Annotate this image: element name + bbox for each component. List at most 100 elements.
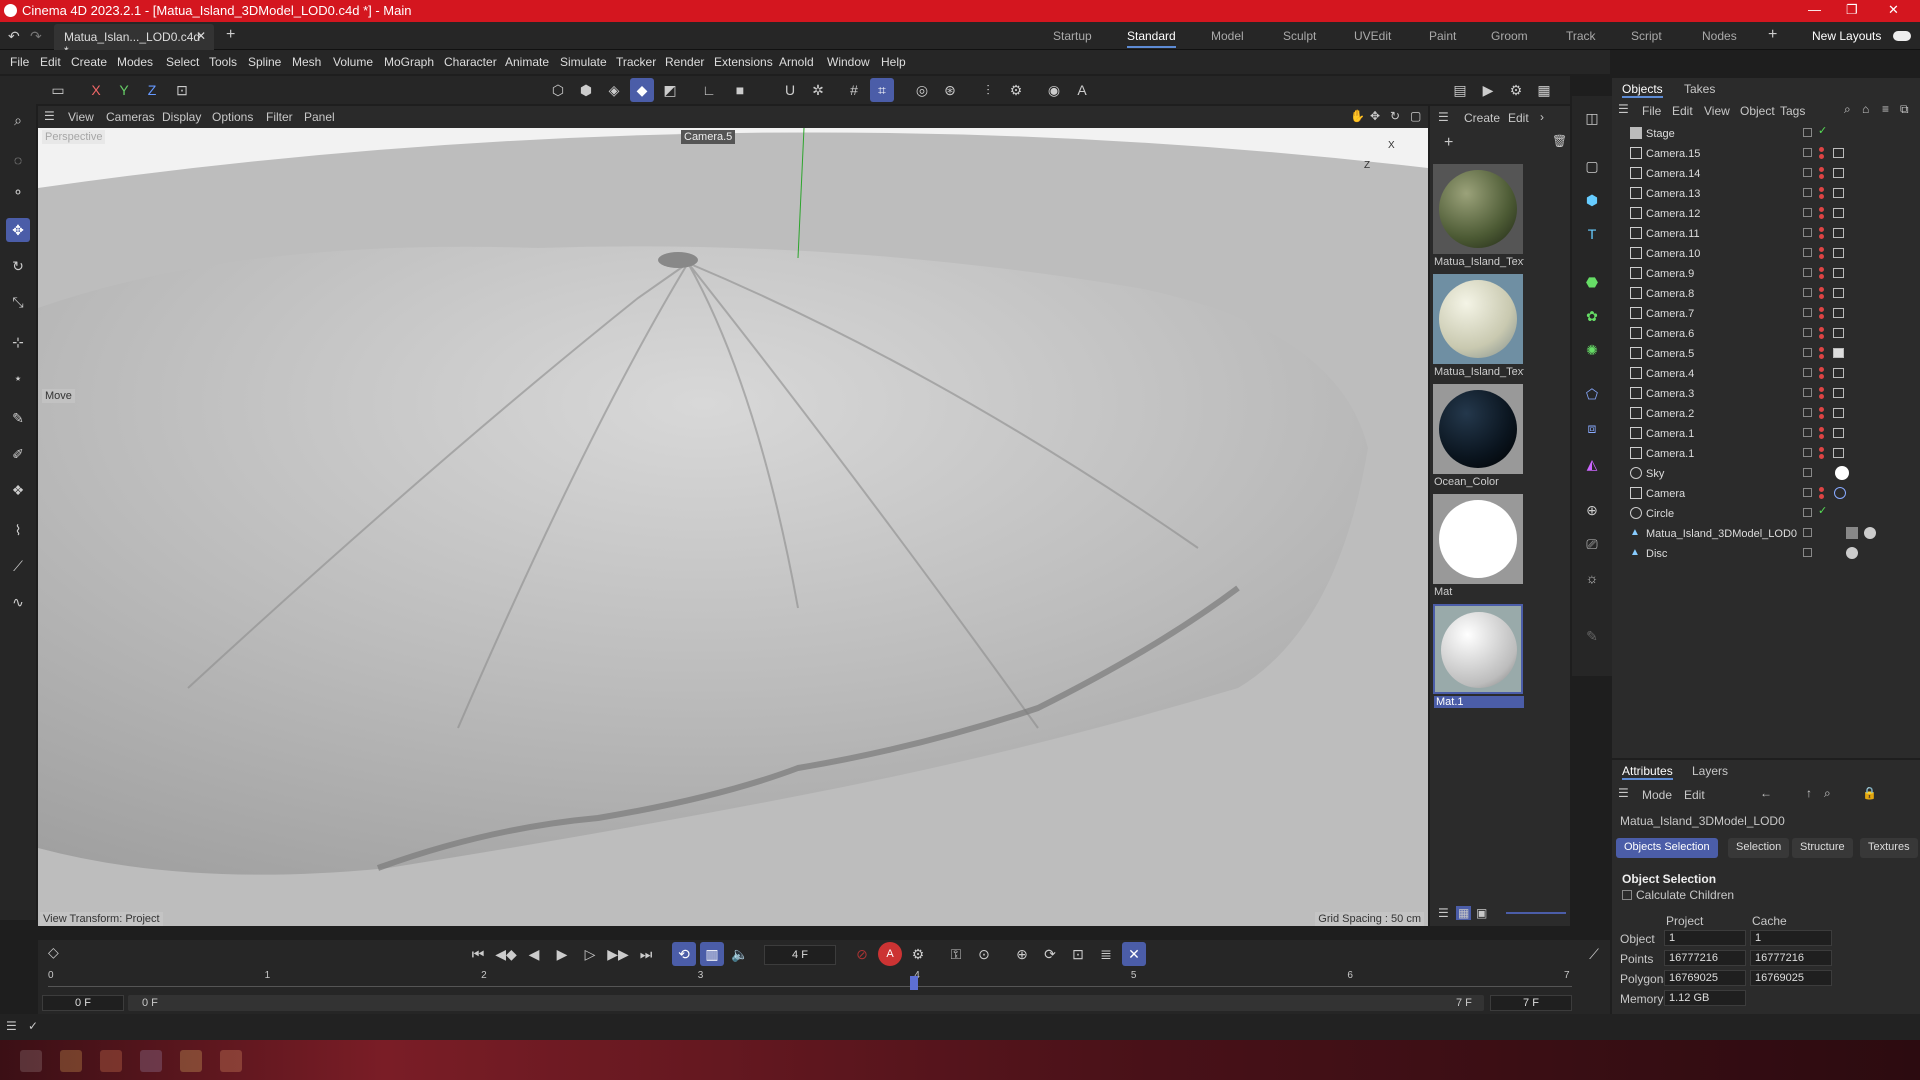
attributes-menu-mode[interactable]: Mode xyxy=(1642,788,1672,802)
z-axis-lock-button[interactable]: Z xyxy=(140,78,164,102)
structure-button[interactable]: Structure xyxy=(1792,838,1853,858)
close-button[interactable]: ✕ xyxy=(1888,2,1899,18)
spline-pen-icon[interactable]: ✎ xyxy=(6,406,30,430)
object-row-camera-12[interactable]: Camera.12 xyxy=(1612,204,1920,224)
loop-button[interactable]: ⟲ xyxy=(672,942,696,966)
key-param-button[interactable]: ⊡ xyxy=(1066,942,1090,966)
layout-tab-uvedit[interactable]: UVEdit xyxy=(1354,29,1391,43)
render-view-icon[interactable]: ▤ xyxy=(1448,78,1472,102)
environment-icon[interactable]: ⊕ xyxy=(1580,498,1604,522)
camera-tag-icon[interactable] xyxy=(1833,448,1844,458)
cloner-icon[interactable]: ✿ xyxy=(1580,304,1604,328)
visibility-check[interactable] xyxy=(1803,528,1812,537)
rotate-tool-icon[interactable]: ↻ xyxy=(6,254,30,278)
document-tab[interactable]: Matua_Islan..._LOD0.c4d * ✕ xyxy=(54,24,214,58)
menu-mograph[interactable]: MoGraph xyxy=(384,55,434,69)
object-row-camera-8[interactable]: Camera.8 xyxy=(1612,284,1920,304)
sound-button[interactable]: 🔈 xyxy=(728,942,752,966)
layout-tab-nodes[interactable]: Nodes xyxy=(1702,29,1737,43)
menu-spline[interactable]: Spline xyxy=(248,55,281,69)
tab-layers[interactable]: Layers xyxy=(1692,764,1728,778)
cube-icon[interactable]: ◫ xyxy=(1580,106,1604,130)
render-visibility-dot[interactable] xyxy=(1819,274,1824,279)
editor-visibility-dot[interactable] xyxy=(1819,267,1824,272)
editor-visibility-dot[interactable] xyxy=(1819,407,1824,412)
live-select-icon[interactable]: ⚬ xyxy=(6,180,30,204)
tag-pen-icon[interactable]: ✎ xyxy=(1580,624,1604,648)
render-visibility-dot[interactable] xyxy=(1819,294,1824,299)
uv-mode-icon[interactable]: ◩ xyxy=(658,78,682,102)
taskbar-app-icon[interactable] xyxy=(140,1050,162,1072)
visibility-check[interactable] xyxy=(1803,328,1812,337)
next-key-button[interactable]: ▶▶ xyxy=(606,942,630,966)
visibility-check[interactable] xyxy=(1803,128,1812,137)
next-frame-button[interactable]: ▷ xyxy=(578,942,602,966)
volume-icon[interactable]: ◭ xyxy=(1580,452,1604,476)
light-icon[interactable]: ☼ xyxy=(1580,566,1604,590)
visibility-check[interactable] xyxy=(1803,208,1812,217)
key-position-button[interactable]: ⊕ xyxy=(1010,942,1034,966)
editor-visibility-dot[interactable] xyxy=(1819,327,1824,332)
camera-tag-icon[interactable] xyxy=(1833,388,1844,398)
target-tag-icon[interactable] xyxy=(1834,487,1846,499)
visibility-check[interactable] xyxy=(1803,168,1812,177)
menu-animate[interactable]: Animate xyxy=(505,55,549,69)
fps-button[interactable]: ▥ xyxy=(700,942,724,966)
camera-tag-icon[interactable] xyxy=(1833,288,1844,298)
taskbar-app-icon[interactable] xyxy=(20,1050,42,1072)
camera-tag-icon[interactable] xyxy=(1833,328,1844,338)
prev-frame-button[interactable]: ◀ xyxy=(522,942,546,966)
camera-icon[interactable]: ⎚ xyxy=(1580,532,1604,556)
menu-file[interactable]: File xyxy=(10,55,29,69)
redo-icon[interactable]: ↷ xyxy=(30,28,42,45)
tab-objects[interactable]: Objects xyxy=(1622,82,1663,98)
object-row-camera-15[interactable]: Camera.15 xyxy=(1612,144,1920,164)
objects-menu-tags[interactable]: Tags xyxy=(1780,104,1805,118)
menu-modes[interactable]: Modes xyxy=(117,55,153,69)
objects-selection-button[interactable]: Objects Selection xyxy=(1616,838,1718,858)
tab-takes[interactable]: Takes xyxy=(1684,82,1715,96)
placement-tool-icon[interactable]: ⋆ xyxy=(6,366,30,390)
objects-home-icon[interactable]: ⌂ xyxy=(1862,102,1869,116)
lock-icon[interactable]: 🔒 xyxy=(1862,786,1877,800)
add-tab-button[interactable]: + xyxy=(226,26,235,44)
visibility-check[interactable] xyxy=(1803,228,1812,237)
go-to-end-button[interactable]: ⏭ xyxy=(634,942,658,966)
object-row-camera-3[interactable]: Camera.3 xyxy=(1612,384,1920,404)
visibility-check[interactable] xyxy=(1803,248,1812,257)
object-row-camera-13[interactable]: Camera.13 xyxy=(1612,184,1920,204)
editor-visibility-dot[interactable] xyxy=(1819,247,1824,252)
menu-simulate[interactable]: Simulate xyxy=(560,55,607,69)
object-row-camera-14[interactable]: Camera.14 xyxy=(1612,164,1920,184)
viewport-rotate-icon[interactable]: ↻ xyxy=(1390,109,1400,123)
editor-visibility-dot[interactable] xyxy=(1819,187,1824,192)
object-row-camera-5[interactable]: Camera.5 xyxy=(1612,344,1920,364)
x-axis-lock-button[interactable]: X xyxy=(84,78,108,102)
texture-tag-icon[interactable] xyxy=(1846,527,1858,539)
prev-key-button[interactable]: ◀◆ xyxy=(494,942,518,966)
visibility-check[interactable] xyxy=(1803,148,1812,157)
visibility-check[interactable] xyxy=(1803,548,1812,557)
select-tool-icon[interactable]: ◌ xyxy=(6,148,30,172)
editor-visibility-dot[interactable] xyxy=(1819,347,1824,352)
object-row-stage[interactable]: Stage ✓ xyxy=(1612,124,1920,144)
textures-button[interactable]: Textures xyxy=(1860,838,1918,858)
symmetry-icon[interactable]: ⫶ xyxy=(976,78,1000,102)
camera-tag-icon[interactable] xyxy=(1833,408,1844,418)
viewport-pan-icon[interactable]: ✋ xyxy=(1350,109,1365,123)
layout-tab-startup[interactable]: Startup xyxy=(1053,29,1092,43)
layout-tab-paint[interactable]: Paint xyxy=(1429,29,1456,43)
grid-view-icon[interactable]: ▦ xyxy=(1456,906,1472,920)
visibility-check[interactable] xyxy=(1803,428,1812,437)
material-thumb-1[interactable] xyxy=(1433,164,1523,254)
objects-hamburger-icon[interactable]: ☰ xyxy=(1618,102,1629,116)
end-frame-field[interactable]: 7 F xyxy=(1490,995,1572,1011)
status-check-icon[interactable]: ✓ xyxy=(28,1019,38,1033)
coord-system-button[interactable]: ▭ xyxy=(46,78,70,102)
render-queue-icon[interactable]: ▦ xyxy=(1532,78,1556,102)
objects-filter-icon[interactable]: ≡ xyxy=(1882,102,1889,116)
menu-window[interactable]: Window xyxy=(827,55,870,69)
viewport-menu-view[interactable]: View xyxy=(68,110,94,124)
polygons-mode-icon[interactable]: ◈ xyxy=(602,78,626,102)
range-bar[interactable] xyxy=(128,995,1484,1011)
